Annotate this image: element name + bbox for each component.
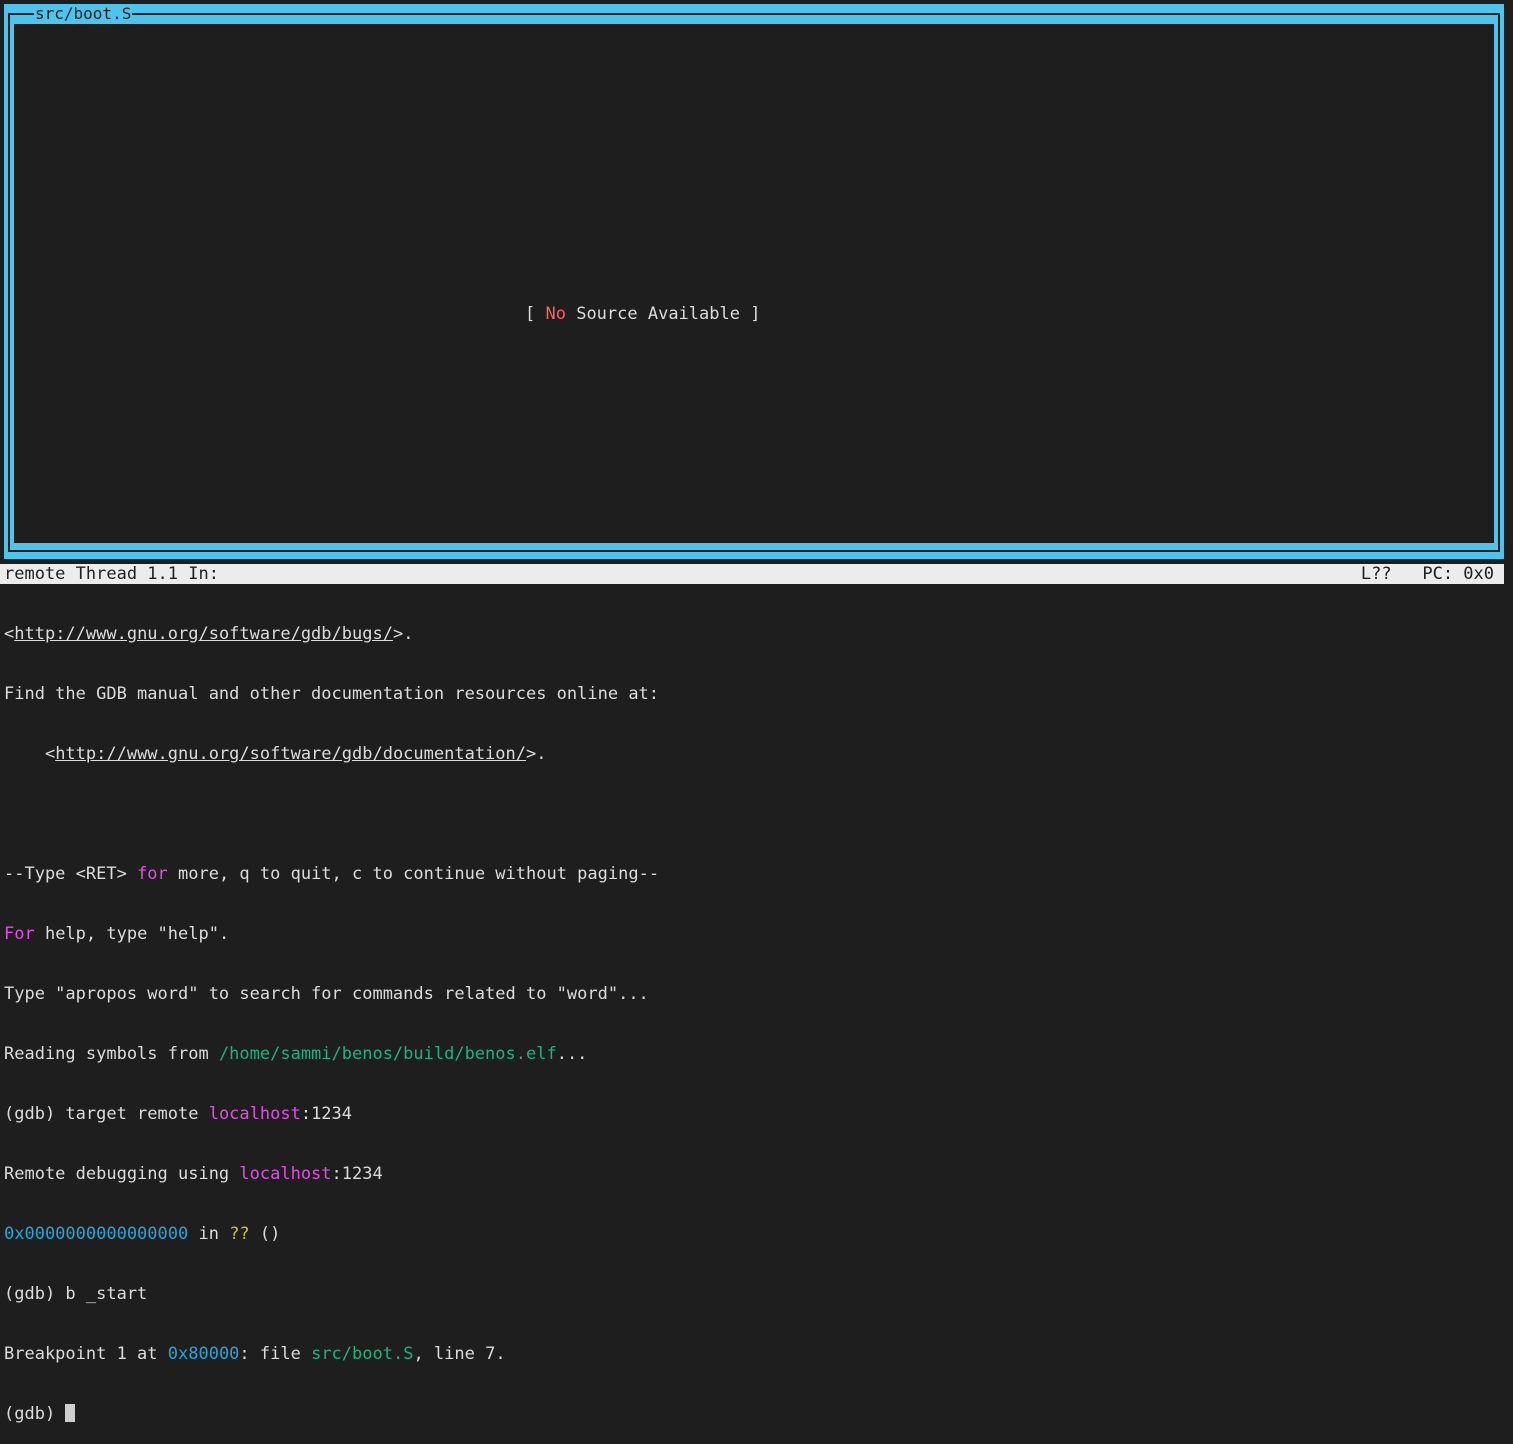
status-bar: remote Thread 1.1 In: L?? PC: 0x0 [0, 564, 1504, 584]
status-thread: remote Thread 1.1 In: [4, 564, 219, 584]
console-line: (gdb) b _start [4, 1284, 148, 1304]
status-location: L?? PC: 0x0 [1361, 564, 1494, 584]
gdb-prompt: (gdb) [4, 1404, 66, 1424]
console-line: Breakpoint 1 at 0x80000: file src/boot.S… [4, 1344, 506, 1364]
source-pane[interactable]: [ No Source Available ] [14, 24, 1494, 543]
status-pc: PC: 0x0 [1422, 564, 1494, 584]
console-line: 0x0000000000000000 in ?? () [4, 1224, 281, 1244]
console-line: Remote debugging using localhost:1234 [4, 1164, 383, 1184]
console-line: (gdb) target remote localhost:1234 [4, 1104, 353, 1124]
console-line: For help, type "help". [4, 924, 230, 944]
console-line: <http://www.gnu.org/software/gdb/documen… [4, 744, 547, 764]
console-line: --Type <RET> for more, q to quit, c to c… [4, 864, 660, 884]
console-line: Type "apropos word" to search for comman… [4, 984, 649, 1004]
status-line: L?? [1360, 564, 1392, 584]
bugs-link[interactable]: http://www.gnu.org/software/gdb/bugs/ [14, 624, 393, 644]
source-window: [ No Source Available ] src/boot.S [4, 4, 1504, 559]
console-line: <http://www.gnu.org/software/gdb/bugs/>. [4, 624, 414, 644]
documentation-link[interactable]: http://www.gnu.org/software/gdb/document… [55, 744, 526, 764]
elf-path: /home/sammi/benos/build/benos.elf [218, 1044, 557, 1064]
console-line: Find the GDB manual and other documentat… [4, 684, 660, 704]
console-line: Reading symbols from /home/sammi/benos/b… [4, 1044, 588, 1064]
no-source-message: [ No Source Available ] [525, 304, 761, 324]
gdb-console[interactable]: <http://www.gnu.org/software/gdb/bugs/>.… [4, 584, 1504, 1444]
source-window-title: src/boot.S [34, 4, 133, 23]
command-prompt-line[interactable]: (gdb) [4, 1404, 1504, 1424]
text-cursor[interactable] [65, 1404, 76, 1422]
